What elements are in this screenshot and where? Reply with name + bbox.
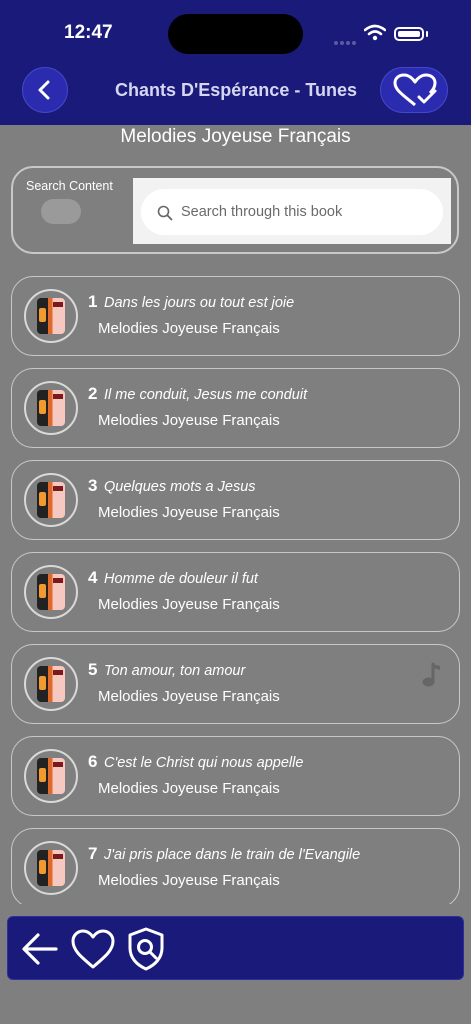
search-placeholder: Search through this book — [181, 204, 343, 220]
cellular-signal-icon — [334, 32, 358, 45]
back-button[interactable] — [22, 67, 68, 113]
search-input[interactable]: Search through this book — [141, 189, 443, 235]
song-thumbnail — [24, 565, 78, 619]
song-title: Quelques mots a Jesus — [104, 479, 256, 495]
book-cover-image — [37, 390, 65, 426]
bottom-toolbar — [7, 916, 464, 980]
song-book-name: Melodies Joyeuse Français — [98, 412, 280, 429]
song-book-name: Melodies Joyeuse Français — [98, 872, 280, 889]
book-cover-image — [37, 482, 65, 518]
song-book-name: Melodies Joyeuse Français — [98, 320, 280, 337]
search-card: Search Content Search through this book — [11, 166, 459, 254]
song-title: Homme de douleur il fut — [104, 571, 258, 587]
song-thumbnail — [24, 289, 78, 343]
arrow-left-icon[interactable] — [20, 929, 60, 974]
search-icon — [157, 205, 173, 221]
song-book-name: Melodies Joyeuse Français — [98, 596, 280, 613]
book-cover-image — [37, 850, 65, 886]
song-title: Il me conduit, Jesus me conduit — [104, 387, 308, 403]
dynamic-island — [168, 14, 303, 54]
song-thumbnail — [24, 381, 78, 435]
status-time: 12:47 — [64, 22, 113, 43]
book-cover-image — [37, 574, 65, 610]
chevron-left-icon — [38, 80, 50, 100]
list-item[interactable]: 4 Homme de douleur il fut Melodies Joyeuse… — [11, 552, 460, 632]
song-title: Dans les jours ou tout est joie — [104, 295, 295, 311]
song-number: 5 — [88, 660, 98, 679]
song-number: 6 — [88, 752, 98, 771]
book-cover-image — [37, 298, 65, 334]
heart-icon[interactable] — [70, 928, 116, 975]
song-number: 4 — [88, 568, 98, 587]
song-number: 7 — [88, 844, 98, 863]
list-item[interactable]: 3 Quelques mots a Jesus Melodies Joyeuse F… — [11, 460, 460, 540]
status-bar: 12:47 — [0, 0, 471, 62]
book-cover-image — [37, 758, 65, 794]
battery-tip — [426, 31, 428, 37]
list-item[interactable]: 6 C'est le Christ qui nous appelle Melodie… — [11, 736, 460, 816]
song-title: J'ai pris place dans le train de l'Evang… — [104, 847, 361, 863]
shield-search-icon[interactable] — [126, 926, 166, 977]
song-title: Ton amour, ton amour — [104, 663, 246, 679]
page-title: Chants D'Espérance - Tunes — [114, 80, 357, 100]
wifi-icon — [363, 24, 387, 46]
search-area: Search through this book — [133, 178, 451, 244]
song-book-name: Melodies Joyeuse Français — [98, 780, 280, 797]
search-content-toggle[interactable] — [41, 199, 81, 224]
nav-bar: Chants D'Espérance - Tunes — [0, 62, 471, 125]
list-item[interactable]: 1 Dans les jours ou tout est joie Melodies… — [11, 276, 460, 356]
list-item[interactable]: 5 Ton amour, ton amour Melodies Joyeuse Fr… — [11, 644, 460, 724]
book-cover-image — [37, 666, 65, 702]
song-thumbnail — [24, 749, 78, 803]
battery-icon — [394, 27, 424, 41]
search-content-label: Search Content — [26, 179, 113, 193]
song-number: 1 — [88, 292, 98, 311]
song-book-name: Melodies Joyeuse Français — [98, 504, 280, 521]
book-title: Melodies Joyeuse Français — [120, 126, 351, 147]
list-item[interactable]: 7 J'ai pris place dans le train de l'Evan… — [11, 828, 460, 904]
song-number: 3 — [88, 476, 98, 495]
music-note-icon[interactable] — [420, 661, 444, 694]
favorites-button[interactable] — [380, 67, 448, 113]
song-thumbnail — [24, 841, 78, 895]
song-thumbnail — [24, 473, 78, 527]
heart-check-icon — [393, 73, 437, 107]
song-list[interactable]: 1 Dans les jours ou tout est joie Melodies… — [0, 276, 471, 904]
list-item[interactable]: 2 Il me conduit, Jesus me conduit Melodies… — [11, 368, 460, 448]
song-book-name: Melodies Joyeuse Français — [98, 688, 280, 705]
song-title: C'est le Christ qui nous appelle — [104, 755, 304, 771]
song-thumbnail — [24, 657, 78, 711]
song-number: 2 — [88, 384, 98, 403]
